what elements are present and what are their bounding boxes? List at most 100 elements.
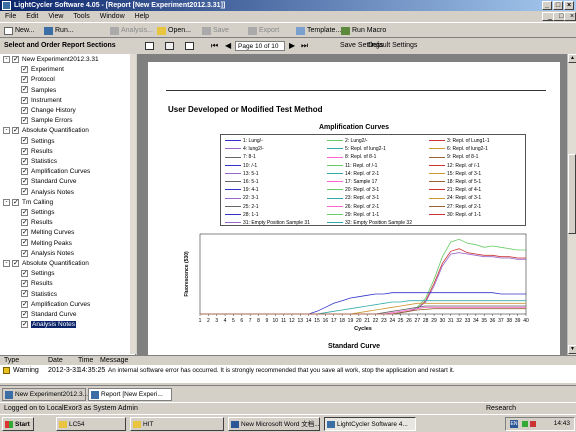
print-icon[interactable] [145,42,154,50]
checkbox[interactable] [21,167,28,177]
next-page-icon[interactable]: ▶ [289,38,295,54]
tree-node-23[interactable]: Statistics [21,289,57,300]
save-button[interactable]: Save [202,25,229,37]
menu-view[interactable]: View [43,11,68,22]
task-lightcycler[interactable]: LightCycler Software 4... [324,417,416,431]
checkbox[interactable] [21,187,28,197]
checkbox[interactable] [12,198,19,208]
task-hit[interactable]: HIT [130,417,224,431]
tree-node-21[interactable]: Settings [21,269,55,279]
tree-node-11[interactable]: Amplification Curves [21,167,90,177]
tree-node-6[interactable]: Sample Errors [21,116,73,126]
tree-node-3[interactable]: Samples [21,85,56,96]
previous-page-icon[interactable]: ◀ [225,38,231,54]
copy-icon[interactable] [185,42,194,50]
collapse-icon[interactable]: - [3,127,10,135]
tree-node-1[interactable]: Experiment [21,65,64,75]
page-number-field[interactable]: Page 10 of 10 [235,41,285,51]
checkbox[interactable] [21,85,28,95]
tree-node-25[interactable]: Standard Curve [21,310,77,320]
default-settings-button[interactable]: Default Settings [368,38,417,54]
tree-node-17[interactable]: Melting Curves [21,228,74,238]
scroll-thumb[interactable] [568,154,576,234]
checkbox[interactable] [21,75,28,85]
run-button[interactable]: Run... [44,25,74,37]
tree-node-2[interactable]: Protocol [21,75,55,85]
tray-icon[interactable] [522,421,528,427]
checkbox[interactable] [21,96,28,106]
export-button[interactable]: Export [248,25,279,37]
tree-node-15[interactable]: Settings [21,208,55,218]
checkbox[interactable] [21,65,28,75]
tree-node-19[interactable]: Analysis Notes [21,249,74,259]
menu-edit[interactable]: Edit [21,11,43,22]
checkbox[interactable] [12,259,19,269]
checkbox[interactable] [21,320,28,330]
tree-node-26[interactable]: Analysis Notes [21,320,76,330]
tree-node-14[interactable]: - Tm Calling [3,198,53,208]
doc-close-button[interactable]: × [564,12,576,21]
checkbox[interactable] [21,269,28,279]
tree-node-8[interactable]: Settings [21,136,55,147]
tray-icon-2[interactable] [530,421,536,427]
tree-node-5[interactable]: Change History [21,106,76,116]
analysis-button[interactable]: Analysis... [110,25,153,37]
checkbox[interactable] [21,310,28,320]
checkbox[interactable] [21,218,28,228]
page-setup-icon[interactable] [165,42,174,50]
checkbox[interactable] [21,279,28,289]
checkbox[interactable] [12,126,19,136]
collapse-icon[interactable]: - [3,198,10,206]
checkbox[interactable] [21,228,28,238]
lang-indicator[interactable]: EN [510,420,518,428]
tab-experiment[interactable]: New Experiment2012.3.... [2,388,90,401]
minimize-button[interactable]: _ [542,1,552,10]
maximize-button[interactable]: □ [553,1,563,10]
tree-node-13[interactable]: Analysis Notes [21,187,74,198]
checkbox[interactable] [21,249,28,259]
message-row[interactable]: Warning 2012-3-31 14:35:25 An internal s… [0,365,576,383]
checkbox[interactable] [21,238,28,248]
checkbox[interactable] [21,208,28,218]
last-page-icon[interactable]: ⏭ [301,38,308,54]
tree-node-16[interactable]: Results [21,218,53,228]
run-macro-button[interactable]: Run Macro [341,25,386,37]
task-lc54[interactable]: LC54 [56,417,126,431]
tree-node-9[interactable]: Results [21,147,53,157]
checkbox[interactable] [21,289,28,299]
tree-node-22[interactable]: Results [21,279,53,289]
scroll-down-icon[interactable]: ▼ [568,345,576,354]
tree-node-0[interactable]: - New Experiment2012.3.31 [3,55,99,65]
menu-help[interactable]: Help [130,11,154,22]
menu-window[interactable]: Window [95,11,130,22]
checkbox[interactable] [21,177,28,187]
new-button[interactable]: New... [4,25,34,37]
task-word[interactable]: New Microsoft Word 文档... [228,417,320,431]
open-button[interactable]: Open... [157,25,191,37]
start-button[interactable]: Start [2,417,34,431]
report-vertical-scrollbar[interactable]: ▲ ▼ [567,54,576,355]
tree-node-10[interactable]: Statistics [21,157,57,167]
checkbox[interactable] [12,55,19,65]
checkbox[interactable] [21,136,28,146]
scroll-up-icon[interactable]: ▲ [568,54,576,63]
first-page-icon[interactable]: ⏮ [211,38,218,54]
checkbox[interactable] [21,116,28,126]
tree-node-18[interactable]: Melting Peaks [21,238,72,249]
tab-report[interactable]: Report [New Experi... [88,388,172,401]
collapse-icon[interactable]: - [3,55,10,63]
checkbox[interactable] [21,106,28,116]
checkbox[interactable] [21,147,28,157]
collapse-icon[interactable]: - [3,259,10,267]
tree-node-20[interactable]: - Absolute Quantification [3,259,89,269]
close-button[interactable]: × [564,1,574,10]
checkbox[interactable] [21,300,28,310]
tree-node-4[interactable]: Instrument [21,96,62,106]
left-pane-splitter[interactable] [130,54,136,354]
checkbox[interactable] [21,157,28,167]
tree-node-24[interactable]: Amplification Curves [21,300,90,310]
tree-node-7[interactable]: - Absolute Quantification [3,126,89,136]
menu-tools[interactable]: Tools [68,11,94,22]
menu-file[interactable]: File [0,11,21,22]
template-button[interactable]: Template... [296,25,341,37]
